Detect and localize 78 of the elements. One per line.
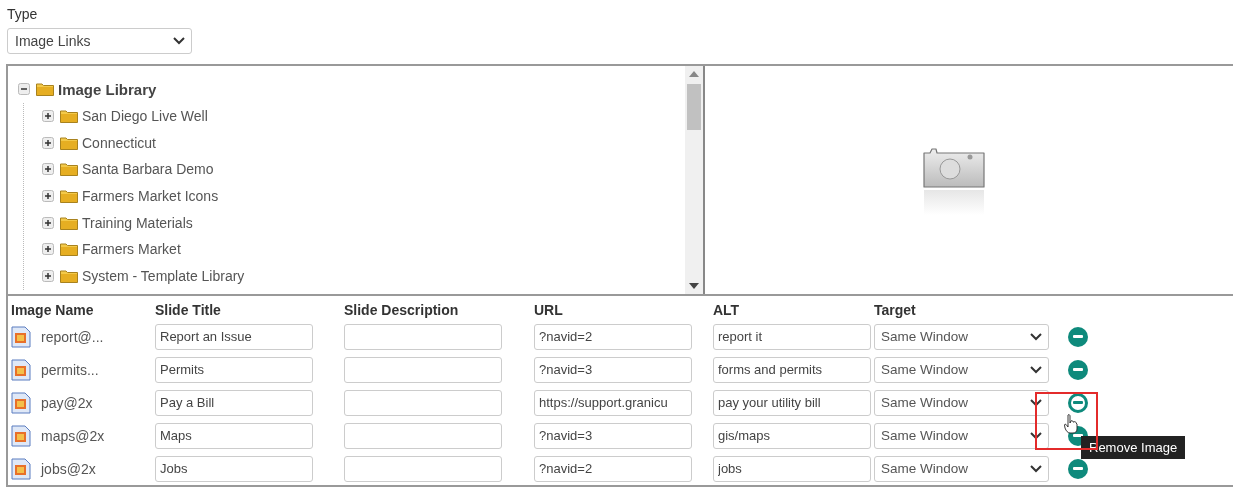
caret-icon [1030, 398, 1042, 407]
tree-folder-label[interactable]: San Diego Live Well [82, 108, 208, 125]
slide-title-field[interactable]: Jobs [155, 455, 313, 482]
column-header: Slide Description [344, 302, 534, 320]
target-dropdown[interactable]: Same Window [874, 323, 1049, 350]
folder-icon [60, 242, 78, 257]
column-header: URL [534, 302, 713, 320]
folder-icon [60, 109, 78, 124]
url-field[interactable]: https://support.granicu [534, 389, 692, 416]
tree-folder-label[interactable]: Santa Barbara Demo [82, 161, 214, 178]
folder-icon [60, 162, 78, 177]
url-field[interactable]: ?navid=2 [534, 323, 692, 350]
slide-description-field[interactable] [344, 389, 502, 416]
expand-icon[interactable] [42, 243, 54, 256]
hand-cursor-icon [1064, 414, 1078, 434]
column-header: ALT [713, 302, 874, 320]
tree-root-label[interactable]: Image Library [58, 80, 157, 98]
image-file-icon [11, 424, 31, 447]
alt-field[interactable]: gis/maps [713, 422, 871, 449]
scroll-down-icon[interactable] [689, 283, 699, 289]
image-name: report@... [41, 328, 104, 345]
image-name: maps@2x [41, 427, 105, 444]
folder-icon [60, 135, 78, 150]
image-name: jobs@2x [41, 460, 96, 477]
column-header: Target [874, 302, 917, 320]
type-dropdown[interactable]: Image Links [7, 28, 192, 54]
folder-icon [60, 215, 78, 230]
expand-icon[interactable] [42, 270, 54, 283]
slide-title-field[interactable]: Maps [155, 422, 313, 449]
expand-icon[interactable] [42, 216, 54, 229]
alt-field[interactable]: pay your utility bill [713, 389, 871, 416]
folder-icon [60, 189, 78, 204]
tree-folder-label[interactable]: Training Materials [82, 214, 193, 231]
slide-title-field[interactable]: Report an Issue [155, 323, 313, 350]
caret-icon [1030, 332, 1042, 341]
scrollbar[interactable] [685, 66, 705, 294]
image-file-icon [11, 457, 31, 480]
alt-field[interactable]: report it [713, 323, 871, 350]
slide-description-field[interactable] [344, 422, 502, 449]
collapse-icon[interactable] [18, 83, 30, 96]
scrollbar-thumb[interactable] [687, 84, 701, 130]
expand-icon[interactable] [42, 110, 54, 123]
image-file-icon [11, 391, 31, 414]
alt-field[interactable]: jobs [713, 455, 871, 482]
url-field[interactable]: ?navid=2 [534, 455, 692, 482]
slide-description-field[interactable] [344, 323, 502, 350]
column-header: Slide Title [155, 302, 344, 320]
url-field[interactable]: ?navid=3 [534, 422, 692, 449]
expand-icon[interactable] [42, 136, 54, 149]
image-file-icon [11, 358, 31, 381]
caret-icon [1030, 464, 1042, 473]
tree-folder-label[interactable]: Farmers Market Icons [82, 188, 219, 205]
slide-description-field[interactable] [344, 356, 502, 383]
expand-icon[interactable] [42, 190, 54, 203]
image-file-icon [11, 325, 31, 348]
folder-icon [36, 82, 54, 97]
target-dropdown[interactable]: Same Window [874, 389, 1049, 416]
tree-folder-label[interactable]: Connecticut [82, 134, 156, 151]
expand-icon[interactable] [42, 163, 54, 176]
image-name: permits... [41, 361, 99, 378]
image-name: pay@2x [41, 394, 93, 411]
type-label: Type [7, 6, 39, 22]
tree-folder-label[interactable]: System - Template Library [82, 268, 245, 285]
target-dropdown[interactable]: Same Window [874, 422, 1049, 449]
caret-icon [1030, 431, 1042, 440]
caret-icon [1030, 365, 1042, 374]
scroll-up-icon[interactable] [689, 71, 699, 77]
target-dropdown[interactable]: Same Window [874, 356, 1049, 383]
target-dropdown[interactable]: Same Window [874, 455, 1049, 482]
url-field[interactable]: ?navid=3 [534, 356, 692, 383]
slide-description-field[interactable] [344, 455, 502, 482]
alt-field[interactable]: forms and permits [713, 356, 871, 383]
tree-folder-label[interactable]: Farmers Market [82, 241, 181, 258]
slide-title-field[interactable]: Permits [155, 356, 313, 383]
folder-icon [60, 269, 78, 284]
column-header: Image Name [11, 302, 155, 320]
slide-title-field[interactable]: Pay a Bill [155, 389, 313, 416]
caret-icon [173, 37, 185, 45]
